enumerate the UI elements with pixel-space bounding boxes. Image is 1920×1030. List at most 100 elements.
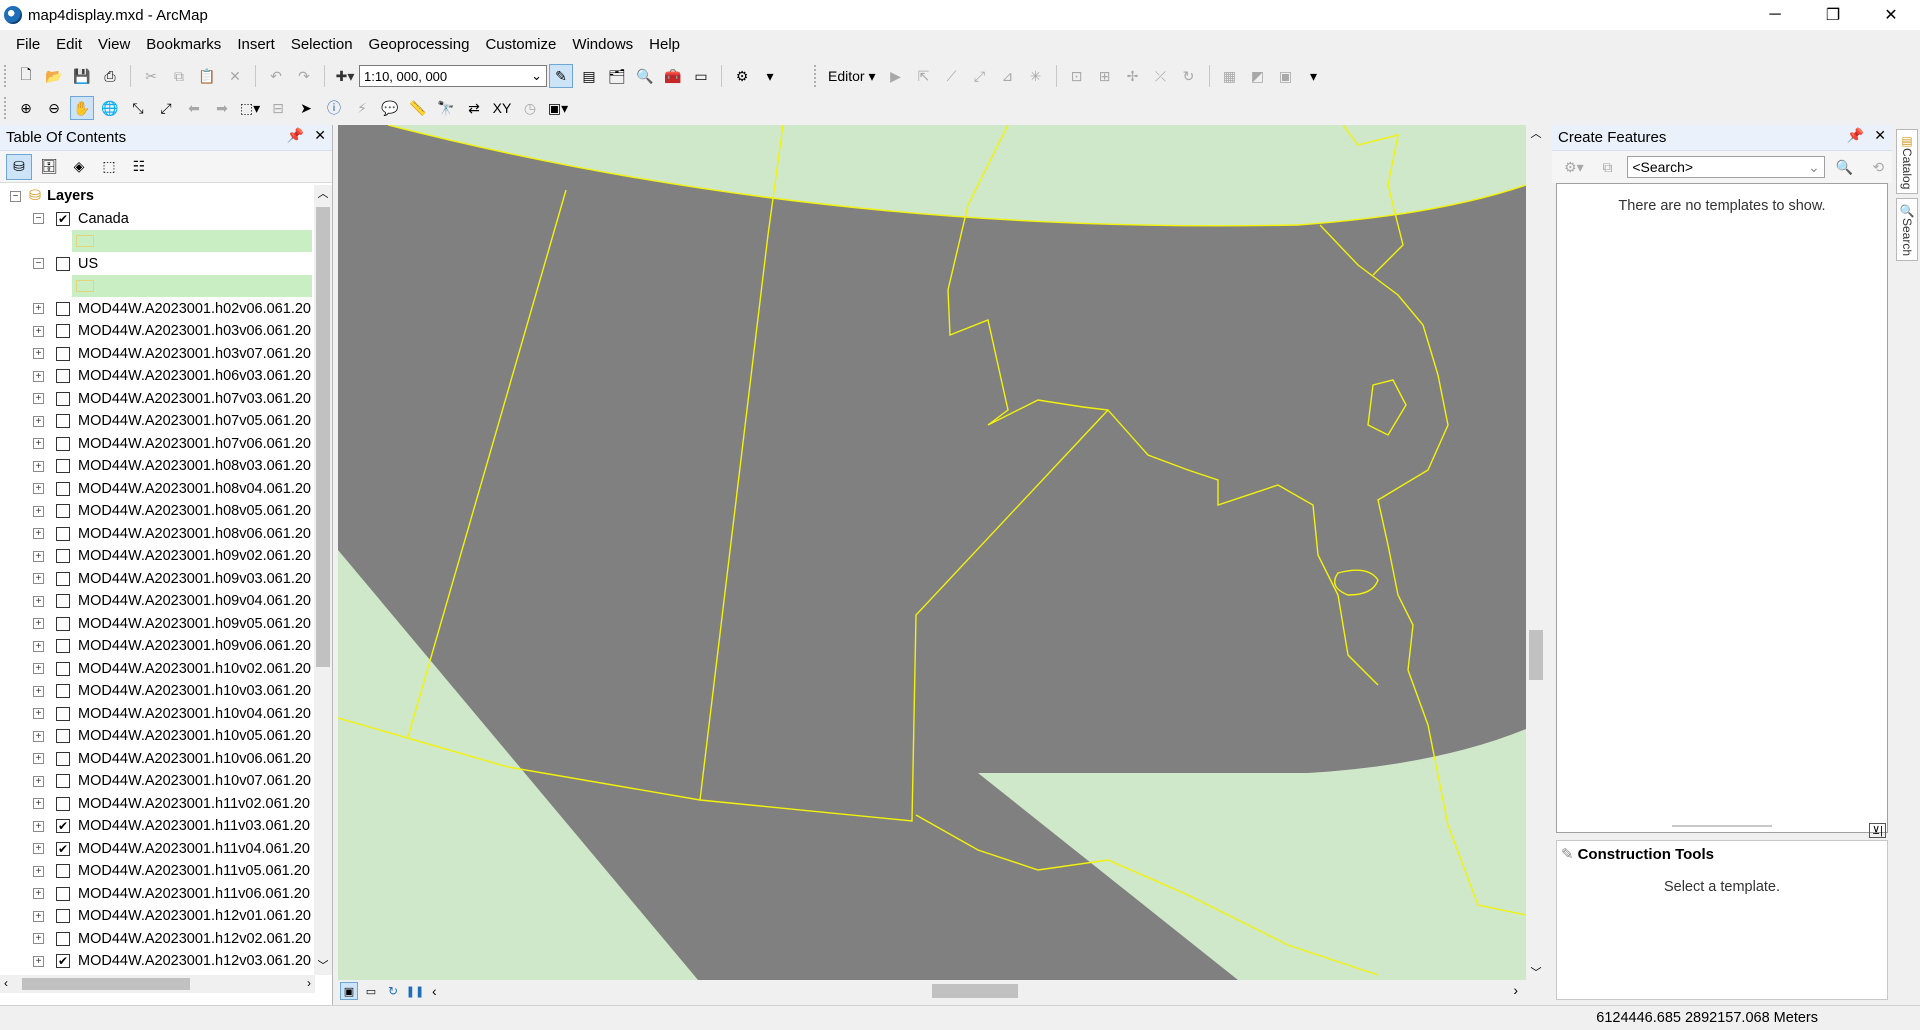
expand-icon[interactable]: + [33, 618, 44, 630]
menu-edit[interactable]: Edit [48, 36, 90, 53]
toolbar-grip[interactable] [4, 97, 8, 119]
expand-icon[interactable]: + [33, 888, 44, 900]
menu-bookmarks[interactable]: Bookmarks [138, 36, 229, 53]
menu-view[interactable]: View [90, 36, 138, 53]
full-extent-icon[interactable]: 🌐 [98, 96, 122, 120]
go-to-xy-icon[interactable]: XY [490, 96, 514, 120]
expand-icon[interactable]: + [33, 438, 44, 450]
organize-templates-icon[interactable]: ⚙▾ [1562, 155, 1586, 179]
raster-layer-item[interactable]: + MOD44W.A2023001.h10v05.061.20 [0, 725, 315, 748]
scroll-down-icon[interactable]: ﹀ [314, 957, 332, 975]
template-search-input[interactable]: <Search> ⌄ [1627, 156, 1825, 178]
expand-icon[interactable]: + [33, 933, 44, 945]
rotate-icon[interactable]: ↻ [1177, 64, 1201, 88]
raster-layer-item[interactable]: + MOD44W.A2023001.h11v05.061.20 [0, 860, 315, 883]
scrollbar-thumb[interactable] [22, 978, 190, 990]
map-canvas[interactable] [338, 125, 1526, 980]
editor-toolbar-toggle-icon[interactable]: ✎ [549, 64, 573, 88]
scrollbar-thumb[interactable] [932, 984, 1018, 998]
map-display[interactable] [338, 125, 1526, 980]
layer-visibility-checkbox[interactable] [56, 864, 70, 879]
close-icon[interactable]: ✕ [1874, 127, 1886, 144]
menu-customize[interactable]: Customize [477, 36, 564, 53]
zoom-out-icon[interactable]: ⊖ [42, 96, 66, 120]
legend-swatch[interactable] [76, 235, 94, 248]
layer-visibility-checkbox[interactable] [56, 661, 70, 676]
raster-layer-item[interactable]: + MOD44W.A2023001.h08v05.061.20 [0, 500, 315, 523]
options-icon[interactable]: ☷ [126, 154, 152, 180]
expand-icon[interactable]: + [33, 415, 44, 427]
layer-canada[interactable]: − ✔ Canada [0, 208, 315, 231]
chevron-down-icon[interactable]: ⌄ [1808, 159, 1820, 176]
raster-layer-item[interactable]: + MOD44W.A2023001.h10v04.061.20 [0, 703, 315, 726]
raster-layer-item[interactable]: + MOD44W.A2023001.h08v03.061.20 [0, 455, 315, 478]
raster-layer-item[interactable]: + MOD44W.A2023001.h11v02.061.20 [0, 793, 315, 816]
select-features-icon[interactable]: ⬚▾ [238, 96, 262, 120]
delete-icon[interactable]: ✕ [223, 64, 247, 88]
list-by-visibility-icon[interactable]: ◈ [66, 154, 92, 180]
expand-icon[interactable]: + [33, 348, 44, 360]
arctoolbox-icon[interactable]: 🧰 [661, 64, 685, 88]
toc-horizontal-scrollbar[interactable]: ‹ › [0, 975, 315, 993]
toolbar-options-icon[interactable]: ▾ [1302, 64, 1326, 88]
clear-selection-icon[interactable]: ⊟ [266, 96, 290, 120]
collapse-icon[interactable]: − [10, 190, 21, 202]
save-icon[interactable]: 💾 [70, 64, 94, 88]
raster-layer-item[interactable]: + MOD44W.A2023001.h09v02.061.20 [0, 545, 315, 568]
menu-insert[interactable]: Insert [229, 36, 283, 53]
layer-visibility-checkbox[interactable] [56, 684, 70, 699]
expand-icon[interactable]: + [33, 573, 44, 585]
pause-drawing-icon[interactable]: ❚❚ [406, 982, 424, 1000]
refresh-icon[interactable]: ↻ [384, 982, 402, 1000]
raster-layer-item[interactable]: + MOD44W.A2023001.h12v02.061.20 [0, 928, 315, 951]
undo-icon[interactable]: ↶ [264, 64, 288, 88]
expand-icon[interactable]: + [33, 640, 44, 652]
expand-icon[interactable]: + [33, 910, 44, 922]
raster-layer-item[interactable]: + MOD44W.A2023001.h12v01.061.20 [0, 905, 315, 928]
layer-visibility-checkbox[interactable] [56, 459, 70, 474]
toolbar-grip[interactable] [814, 65, 818, 87]
pan-icon[interactable]: ✋ [70, 96, 94, 120]
toolbar-options-icon[interactable]: ▾ [758, 64, 782, 88]
expand-icon[interactable]: + [33, 550, 44, 562]
map-scale-combobox[interactable]: 1:10, 000, 000 ⌄ [359, 65, 547, 87]
layer-visibility-checkbox[interactable] [56, 616, 70, 631]
layout-view-icon[interactable]: ▭ [362, 982, 380, 1000]
layer-visibility-checkbox[interactable]: ✔ [56, 954, 70, 969]
raster-layer-item[interactable]: + MOD44W.A2023001.h09v05.061.20 [0, 613, 315, 636]
expand-icon[interactable]: + [33, 595, 44, 607]
layer-visibility-checkbox[interactable] [56, 751, 70, 766]
maximize-button[interactable]: ❐ [1804, 0, 1862, 30]
edit-annotation-icon[interactable]: ⇱ [912, 64, 936, 88]
scroll-right-icon[interactable]: › [1513, 982, 1518, 998]
raster-layer-item[interactable]: + MOD44W.A2023001.h08v06.061.20 [0, 523, 315, 546]
scroll-left-icon[interactable]: ‹ [432, 983, 437, 999]
layer-visibility-checkbox[interactable] [56, 346, 70, 361]
expand-icon[interactable]: + [33, 843, 44, 855]
layer-visibility-checkbox[interactable] [56, 256, 70, 271]
expand-icon[interactable]: + [33, 753, 44, 765]
select-elements-icon[interactable]: ➤ [294, 96, 318, 120]
expand-icon[interactable]: + [33, 730, 44, 742]
raster-layer-item[interactable]: + ✔ MOD44W.A2023001.h11v04.061.20 [0, 838, 315, 861]
identify-icon[interactable]: ⓘ [322, 96, 346, 120]
expand-icon[interactable]: + [33, 865, 44, 877]
raster-layer-item[interactable]: + MOD44W.A2023001.h07v03.061.20 [0, 388, 315, 411]
raster-layer-item[interactable]: + MOD44W.A2023001.h09v04.061.20 [0, 590, 315, 613]
catalog-tab[interactable]: ▤ Catalog [1896, 129, 1918, 195]
layer-visibility-checkbox[interactable] [56, 436, 70, 451]
map-vertical-scrollbar[interactable]: ︿ ﹀ [1526, 125, 1546, 980]
menu-file[interactable]: File [8, 36, 48, 53]
sketch-properties-icon[interactable]: ◩ [1246, 64, 1270, 88]
raster-layer-item[interactable]: + MOD44W.A2023001.h11v06.061.20 [0, 883, 315, 906]
raster-layer-item[interactable]: + MOD44W.A2023001.h06v03.061.20 [0, 365, 315, 388]
raster-layer-item[interactable]: + MOD44W.A2023001.h10v06.061.20 [0, 748, 315, 771]
splitter-toggle-icon[interactable]: ⊻| [1869, 823, 1886, 838]
paste-icon[interactable]: 📋 [195, 64, 219, 88]
collapse-icon[interactable]: − [33, 258, 44, 270]
create-viewer-window-icon[interactable]: ▣▾ [546, 96, 570, 120]
html-popup-icon[interactable]: 💬 [378, 96, 402, 120]
expand-icon[interactable]: + [33, 685, 44, 697]
menu-geoprocessing[interactable]: Geoprocessing [361, 36, 478, 53]
raster-layer-item[interactable]: + MOD44W.A2023001.h10v07.061.20 [0, 770, 315, 793]
